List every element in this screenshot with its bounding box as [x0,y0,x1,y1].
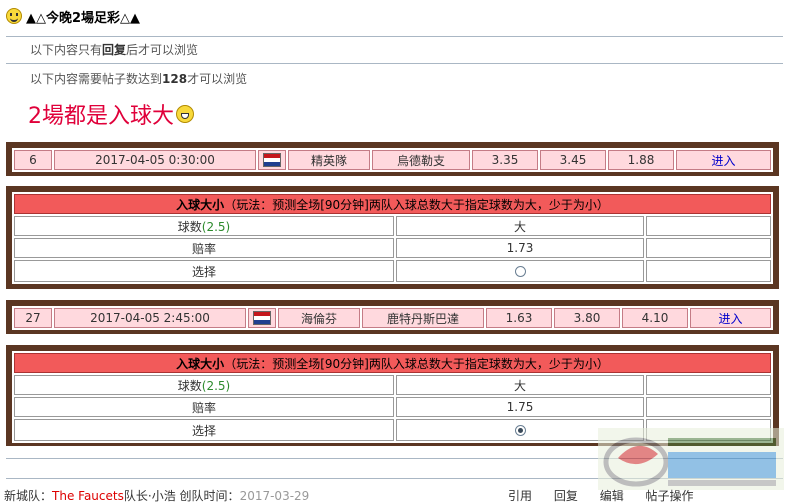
bet-header: 入球大小（玩法：预测全场[90分钟]两队入球总数大于指定球数为大，少于为小） [14,353,771,373]
select-label: 选择 [14,419,394,441]
match-box: 6 2017-04-05 0:30:00 精英隊 烏德勒支 3.35 3.45 … [6,142,779,176]
thread-title: ▲△今晚2場足彩△▲ [26,10,141,26]
odds-value: 1.75 [396,397,644,417]
odds-value: 1.73 [396,238,644,258]
line-label: 球数(2.5) [14,375,394,395]
thread-title-row: ▲△今晚2場足彩△▲ [6,6,140,26]
odds-label: 赔率 [14,397,394,417]
bet-header: 入球大小（玩法：预测全场[90分钟]两队入球总数大于指定球数为大，少于为小） [14,194,771,214]
match-datetime: 2017-04-05 2:45:00 [54,308,246,328]
home-team: 海倫芬 [278,308,360,328]
team-info: 新城队：The Faucets队长·小浩 创队时间：2017-03-29 [4,489,310,503]
home-team: 精英隊 [288,150,370,170]
odd-home: 3.35 [472,150,538,170]
netherlands-flag-icon [263,153,281,168]
team-link[interactable]: The Faucets [52,489,124,503]
post-actions: 引用 回复 编辑 帖子操作 [508,487,712,504]
enter-link[interactable]: 进入 [676,150,771,170]
bet-option: 大 [396,216,644,236]
laughing-icon [176,105,194,123]
match-box: 27 2017-04-05 2:45:00 海倫芬 鹿特丹斯巴達 1.63 3.… [6,300,779,334]
bet-option: 大 [396,375,644,395]
bet-box: 入球大小（玩法：预测全场[90分钟]两队入球总数大于指定球数为大，少于为小） 球… [6,186,779,289]
match-datetime: 2017-04-05 0:30:00 [54,150,256,170]
away-team: 烏德勒支 [372,150,470,170]
match-number: 6 [14,150,52,170]
site-watermark-logo [598,428,784,490]
reply-notice: 以下内容只有回复后才可以浏览 [30,43,199,57]
match-row: 6 2017-04-05 0:30:00 精英隊 烏德勒支 3.35 3.45 … [14,150,771,170]
quote-button[interactable]: 引用 [508,489,532,503]
select-radio[interactable] [514,425,526,436]
odd-away: 4.10 [622,308,688,328]
headline: 2場都是入球大 [28,98,194,130]
match-row: 27 2017-04-05 2:45:00 海倫芬 鹿特丹斯巴達 1.63 3.… [14,308,771,328]
netherlands-flag-icon [253,311,271,326]
select-label: 选择 [14,260,394,282]
odd-away: 1.88 [608,150,674,170]
enter-link[interactable]: 进入 [690,308,771,328]
post-actions-button[interactable]: 帖子操作 [646,489,694,503]
divider [6,63,783,64]
odds-label: 赔率 [14,238,394,258]
odd-draw: 3.45 [540,150,606,170]
reply-button[interactable]: 回复 [554,489,578,503]
odd-draw: 3.80 [554,308,620,328]
edit-button[interactable]: 编辑 [600,489,624,503]
divider [6,36,783,37]
odd-home: 1.63 [486,308,552,328]
posts-notice: 以下内容需要帖子数达到128才可以浏览 [30,72,248,86]
away-team: 鹿特丹斯巴達 [362,308,484,328]
line-label: 球数(2.5) [14,216,394,236]
smiley-icon [6,8,22,24]
select-radio[interactable] [514,266,526,277]
match-number: 27 [14,308,52,328]
